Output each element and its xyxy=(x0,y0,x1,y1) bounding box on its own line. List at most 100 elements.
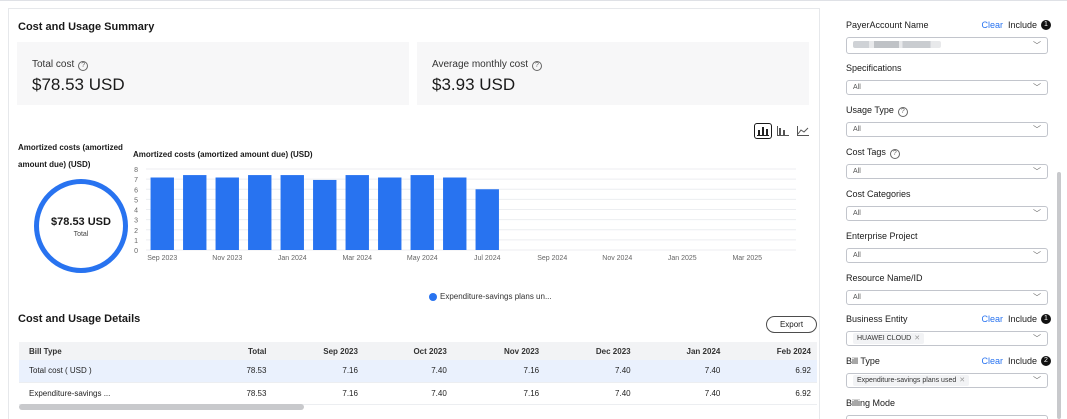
business-entity-label: Business Entity xyxy=(846,314,908,324)
specifications-select[interactable]: All ﹀ xyxy=(846,80,1048,95)
bill-type-label: Bill Type xyxy=(846,356,880,366)
bar[interactable] xyxy=(183,175,207,250)
chart-view-switch xyxy=(754,123,812,139)
x-tick-label: Mar 2024 xyxy=(342,255,372,262)
table-row[interactable]: Expenditure-savings ... 78.53 7.16 7.40 … xyxy=(19,382,817,405)
col-month[interactable]: Feb 2024 xyxy=(726,342,817,360)
help-icon[interactable]: ? xyxy=(531,61,542,71)
table-cell: Total cost ( USD ) xyxy=(19,360,210,383)
col-total[interactable]: Total xyxy=(209,342,273,360)
col-bill-type[interactable]: Bill Type xyxy=(19,342,210,360)
chevron-down-icon: ﹀ xyxy=(1033,376,1041,385)
line-chart-icon[interactable] xyxy=(794,123,812,139)
bar[interactable] xyxy=(443,177,467,250)
bar[interactable] xyxy=(280,175,304,250)
usage-type-select[interactable]: All ﹀ xyxy=(846,122,1048,137)
bar[interactable] xyxy=(378,177,402,250)
bar[interactable] xyxy=(215,177,239,250)
filter-panel: PayerAccount Name Clear Include 1 ﹀ Spec… xyxy=(836,8,1059,419)
close-icon[interactable]: ✕ xyxy=(959,377,965,384)
cost-tags-select[interactable]: All ﹀ xyxy=(846,164,1048,179)
x-tick-label: Nov 2024 xyxy=(602,255,632,262)
clear-link[interactable]: Clear xyxy=(981,20,1003,30)
bar[interactable] xyxy=(410,175,434,250)
business-entity-actions: Clear Include 1 xyxy=(981,314,1051,324)
include-label: Include xyxy=(1007,314,1037,324)
count-badge: 1 xyxy=(1041,314,1051,324)
help-icon[interactable]: ? xyxy=(889,149,900,159)
col-month[interactable]: Oct 2023 xyxy=(363,342,453,360)
table-cell: 7.40 xyxy=(363,382,453,405)
table-cell: 7.16 xyxy=(452,382,546,405)
top-divider xyxy=(0,0,1067,5)
col-month[interactable]: Jan 2024 xyxy=(636,342,727,360)
cost-usage-panel: Cost and Usage Summary Total cost? $78.5… xyxy=(8,8,820,419)
cost-categories-label: Cost Categories xyxy=(846,189,911,199)
count-badge: 1 xyxy=(1041,20,1051,30)
average-monthly-cost-card: Average monthly cost? $3.93 USD xyxy=(417,42,809,105)
summary-title: Cost and Usage Summary xyxy=(18,21,155,33)
close-icon[interactable]: ✕ xyxy=(914,335,920,342)
donut-label: Total xyxy=(73,231,89,238)
chart-title: Amortized costs (amortized amount due) (… xyxy=(133,150,313,159)
amortized-cost-bar-chart: 0 1 2 3 4 5 6 7 8 Sep 2023 Nov 2023 Jan 2024 Mar 202… xyxy=(134,167,796,262)
chevron-down-icon: ﹀ xyxy=(1033,167,1041,176)
chevron-down-icon: ﹀ xyxy=(1033,41,1041,50)
help-icon[interactable]: ? xyxy=(897,107,908,117)
y-tick-label: 1 xyxy=(134,238,138,245)
bar-chart-icon[interactable] xyxy=(754,123,772,139)
x-tick-label: Jan 2024 xyxy=(278,255,307,262)
clear-link[interactable]: Clear xyxy=(981,314,1003,324)
details-title: Cost and Usage Details xyxy=(18,313,141,325)
average-cost-value: $3.93 USD xyxy=(432,75,516,94)
total-cost-card: Total cost? $78.53 USD xyxy=(17,42,409,105)
chart-legend[interactable]: Expenditure-savings plans un... xyxy=(429,292,552,301)
x-tick-label: Sep 2024 xyxy=(537,255,567,262)
col-month[interactable]: Dec 2023 xyxy=(545,342,637,360)
stacked-bar-icon[interactable] xyxy=(774,123,792,139)
total-cost-donut: $78.53 USD Total xyxy=(34,179,128,273)
bar[interactable] xyxy=(475,189,499,250)
bar[interactable] xyxy=(313,179,337,250)
table-cell: 78.53 xyxy=(209,360,273,383)
y-tick-label: 6 xyxy=(134,187,138,194)
selected-tag: Expenditure-savings plans used ✕ xyxy=(853,375,970,386)
table-cell: 7.40 xyxy=(545,360,637,383)
help-icon[interactable]: ? xyxy=(78,61,89,71)
enterprise-project-select[interactable]: All ﹀ xyxy=(846,248,1048,263)
bar[interactable] xyxy=(150,177,174,250)
chevron-down-icon: ﹀ xyxy=(1033,209,1041,218)
resource-select[interactable]: All ﹀ xyxy=(846,290,1048,305)
enterprise-project-label: Enterprise Project xyxy=(846,231,918,241)
business-entity-select[interactable]: HUAWEI CLOUD ✕ ﹀ xyxy=(846,331,1048,346)
billing-mode-select[interactable] xyxy=(846,415,1048,419)
vertical-scrollbar[interactable] xyxy=(1057,172,1061,419)
export-button[interactable]: Export xyxy=(766,316,817,333)
clear-link[interactable]: Clear xyxy=(981,356,1003,366)
table-cell: Expenditure-savings ... xyxy=(19,382,210,405)
x-tick-label: Jul 2024 xyxy=(474,255,501,262)
bill-type-select[interactable]: Expenditure-savings plans used ✕ ﹀ xyxy=(846,373,1048,388)
chevron-down-icon: ﹀ xyxy=(1033,293,1041,302)
cost-categories-select[interactable]: All ﹀ xyxy=(846,206,1048,221)
col-month[interactable]: Sep 2023 xyxy=(272,342,364,360)
include-label: Include xyxy=(1007,20,1037,30)
payer-account-actions: Clear Include 1 xyxy=(981,20,1051,30)
bar[interactable] xyxy=(248,175,272,250)
y-tick-label: 4 xyxy=(134,208,138,215)
y-tick-label: 3 xyxy=(134,218,138,225)
bar[interactable] xyxy=(345,175,369,250)
horizontal-scrollbar[interactable] xyxy=(19,404,304,410)
total-cost-value: $78.53 USD xyxy=(32,75,125,94)
payer-account-label: PayerAccount Name xyxy=(846,20,929,30)
table-cell: 7.16 xyxy=(452,360,546,383)
payer-account-select[interactable]: ﹀ xyxy=(846,37,1048,54)
x-tick-label: Mar 2025 xyxy=(732,255,762,262)
table-cell: 7.16 xyxy=(272,382,364,405)
table-row[interactable]: Total cost ( USD ) 78.53 7.16 7.40 7.16 … xyxy=(19,360,817,383)
cost-tags-label: Cost Tags? xyxy=(846,147,900,159)
chevron-down-icon: ﹀ xyxy=(1033,125,1041,134)
table-cell: 7.40 xyxy=(636,382,727,405)
col-month[interactable]: Nov 2023 xyxy=(452,342,546,360)
table-cell: 78.53 xyxy=(209,382,273,405)
